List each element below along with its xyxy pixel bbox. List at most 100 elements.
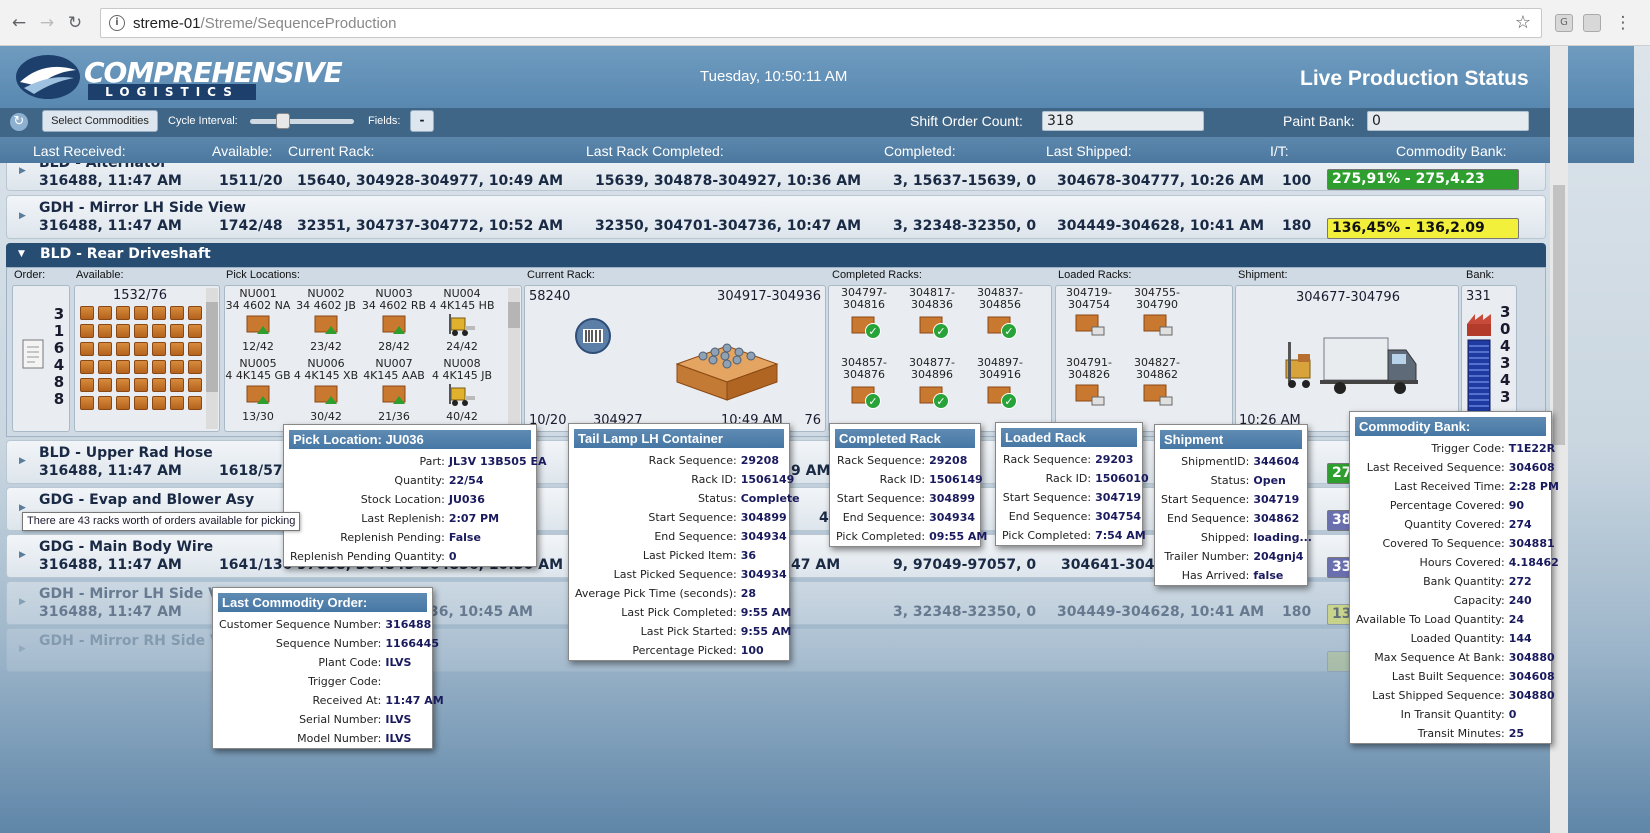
last-received: 316488, 11:47 AM: [39, 218, 182, 234]
tooltip-key: Has Arrived:: [1181, 569, 1250, 582]
tooltip-value: 9:55 AM: [740, 606, 792, 619]
tooltip-key: Last Pick Started:: [640, 625, 737, 638]
tooltip-key: Rack ID:: [1045, 472, 1092, 485]
pick-location-item[interactable]: NU004 4 4K145 HB 24/42: [427, 288, 497, 353]
page-scrollbar-thumb[interactable]: [1553, 185, 1565, 445]
tooltip-value: 09:55 AM: [929, 530, 988, 543]
loaded-rack-item[interactable]: 304791- 304826: [1054, 357, 1124, 414]
bank-digit: 0: [1500, 320, 1511, 338]
box-icon: [152, 396, 166, 410]
collapse-arrow-icon[interactable]: ▼: [18, 249, 25, 259]
pick-location-item[interactable]: NU002 34 4602 JB 23/42: [291, 288, 361, 353]
expand-arrow-icon[interactable]: ▶: [19, 550, 26, 560]
current-rack-panel[interactable]: 58240 304917-304936 10/20 304927 10:49 A…: [524, 285, 826, 432]
box-icon: [152, 342, 166, 356]
reload-icon[interactable]: ↻: [64, 12, 86, 34]
available: 1641/136: [219, 557, 293, 573]
expanded-row-header[interactable]: ▼ BLD - Rear Driveshaft: [6, 243, 1546, 267]
paint-bank-field[interactable]: 0: [1367, 111, 1529, 131]
col-last-shipped: Last Shipped:: [1046, 143, 1132, 159]
tooltip-value: 22/54: [448, 474, 484, 487]
forklift-icon: [449, 384, 475, 406]
loaded-rack-item[interactable]: 304719- 304754: [1054, 287, 1124, 344]
pick-locations-panel[interactable]: NU001 34 4602 NA 12/42 NU002 34 4602 JB 23/42…: [224, 285, 522, 432]
address-bar[interactable]: i streme-01/Streme/SequenceProduction ☆: [100, 8, 1542, 38]
bank-panel[interactable]: 331 3 0 4 3 4 3: [1461, 285, 1517, 432]
available-panel[interactable]: 1532/76: [74, 285, 220, 432]
pick-location-item[interactable]: NU005 4 4K145 GB 13/30: [223, 358, 293, 423]
completed-rack-item[interactable]: 304837- 304856 ✓: [965, 287, 1035, 341]
expand-arrow-icon[interactable]: ▶: [19, 211, 26, 221]
tooltip-value: 274: [1508, 518, 1532, 531]
shift-order-count-field[interactable]: 318: [1042, 111, 1204, 131]
completed-rack-item[interactable]: 304817- 304836 ✓: [897, 287, 967, 341]
col-last-rack: Last Rack Completed:: [586, 143, 724, 159]
loaded-rack-tooltip: Loaded Rack Rack Sequence: 29203 Rack ID: 15…: [995, 422, 1149, 546]
fields-collapse-button[interactable]: -: [410, 110, 434, 132]
pick-location-item[interactable]: NU007 4K145 AAB 21/36: [359, 358, 429, 423]
tooltip-key: Received At:: [312, 694, 382, 707]
available-scrollbar[interactable]: [206, 288, 218, 429]
tail-lamp-tooltip: Tail Lamp LH Container Rack Sequence: 2920…: [568, 423, 800, 661]
box-icon: [170, 378, 184, 392]
tooltip-key: Shipped:: [1200, 531, 1250, 544]
shipment-panel[interactable]: 304677-304796 10:26 AM: [1235, 285, 1459, 432]
back-icon[interactable]: ←: [8, 12, 30, 34]
available-count: 1532/76: [112, 288, 167, 303]
bank-count: 331: [1466, 289, 1491, 304]
box-icon: [188, 342, 202, 356]
slider-thumb[interactable]: [276, 113, 290, 129]
tooltip-key: Stock Location:: [360, 493, 445, 506]
pick-box-icon: [314, 315, 338, 334]
cycle-interval-slider[interactable]: [250, 119, 354, 124]
rack-range: 304791- 304826: [1066, 356, 1112, 381]
tooltip-value: 4.18462: [1508, 556, 1559, 569]
pick-location-item[interactable]: NU006 4 4K145 XB 30/42: [291, 358, 361, 423]
commodity-name: GDH - Mirror LH Side Vi: [39, 586, 224, 602]
info-icon[interactable]: i: [109, 15, 125, 31]
box-icon: [98, 342, 112, 356]
expand-arrow-icon[interactable]: ▶: [19, 166, 26, 176]
tooltip-title: Completed Rack: [835, 429, 975, 448]
tooltip-value: Open: [1253, 474, 1286, 487]
completed-rack-item[interactable]: 304857- 304876 ✓: [829, 357, 899, 411]
box-icon: [134, 360, 148, 374]
extension-icon[interactable]: G: [1555, 14, 1573, 32]
pick-scrollbar[interactable]: [508, 288, 520, 429]
select-commodities-button[interactable]: Select Commodities: [42, 110, 158, 132]
extension-2-icon[interactable]: [1583, 14, 1601, 32]
loaded-racks-panel[interactable]: 304719- 304754 304755- 304790 304791- 3048…: [1055, 285, 1233, 432]
tooltip-key: Percentage Covered:: [1389, 499, 1505, 512]
tooltip-title: Tail Lamp LH Container: [574, 429, 784, 448]
box-icon: [116, 378, 130, 392]
pick-location-item[interactable]: NU008 4 4K145 JB 40/42: [427, 358, 497, 423]
loaded-rack-item[interactable]: 304755- 304790: [1122, 287, 1192, 344]
box-icon: [170, 306, 184, 320]
pick-qty: 13/30: [242, 410, 274, 423]
expand-arrow-icon[interactable]: ▶: [19, 644, 26, 654]
available: 1511/20: [219, 173, 283, 189]
commodity-row[interactable]: ▶ GDH - Mirror LH Side View 316488, 11:4…: [6, 195, 1546, 239]
pick-location-item[interactable]: NU001 34 4602 NA 12/42: [223, 288, 293, 353]
bank-label: Bank:: [1466, 269, 1495, 281]
forward-icon[interactable]: →: [36, 12, 58, 34]
tooltip-key: Rack ID:: [879, 473, 926, 486]
tooltip-key: Start Sequence:: [648, 511, 737, 524]
pick-box-icon: [382, 385, 406, 404]
completed-racks-panel[interactable]: 304797- 304816 ✓ 304817- 304836 ✓ 304837- 30…: [828, 285, 1052, 432]
completed-rack-item[interactable]: 304877- 304896 ✓: [897, 357, 967, 411]
pallet-rack-icon: [675, 343, 779, 401]
menu-icon[interactable]: ⋮: [1612, 12, 1634, 34]
loaded-rack-item[interactable]: 304827- 304862: [1122, 357, 1192, 414]
refresh-icon[interactable]: ↻: [10, 113, 28, 131]
order-panel[interactable]: 3 1 6 4 8 8: [12, 285, 70, 432]
completed-rack-item[interactable]: 304897- 304916 ✓: [965, 357, 1035, 411]
expand-arrow-icon[interactable]: ▶: [19, 597, 26, 607]
tooltip-key: Pick Completed:: [1002, 529, 1092, 542]
completed: 9, 97049-97057, 0: [893, 557, 1037, 573]
expand-arrow-icon[interactable]: ▶: [19, 456, 26, 466]
tooltip-value: 1506149: [929, 473, 983, 486]
pick-location-item[interactable]: NU003 34 4602 RB 28/42: [359, 288, 429, 353]
completed-rack-item[interactable]: 304797- 304816 ✓: [829, 287, 899, 341]
bookmark-star-icon[interactable]: ☆: [1515, 12, 1531, 33]
